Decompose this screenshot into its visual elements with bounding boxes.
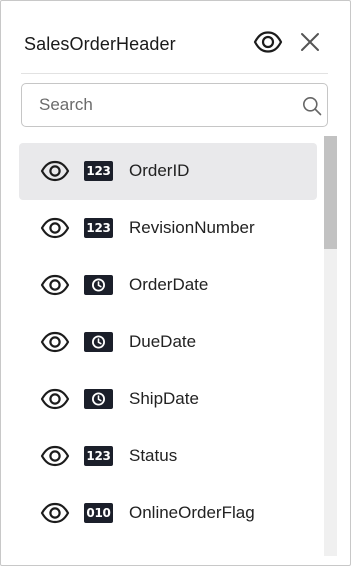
field-label: Status bbox=[129, 446, 178, 465]
boolean-type-icon: 010 bbox=[84, 503, 113, 523]
field-row-orderid[interactable]: 123 OrderID bbox=[19, 143, 317, 200]
eye-icon[interactable] bbox=[40, 217, 70, 239]
datetime-type-icon bbox=[84, 275, 113, 295]
datetime-type-icon bbox=[84, 389, 113, 409]
panel-header: SalesOrderHeader bbox=[1, 1, 350, 73]
number-type-icon: 123 bbox=[84, 218, 113, 238]
eye-icon[interactable] bbox=[40, 160, 70, 182]
field-row-onlineorderflag[interactable]: 010 OnlineOrderFlag bbox=[19, 485, 317, 542]
field-label: OnlineOrderFlag bbox=[129, 503, 255, 522]
eye-icon[interactable] bbox=[40, 331, 70, 353]
eye-icon[interactable] bbox=[40, 274, 70, 296]
field-row-shipdate[interactable]: ShipDate bbox=[19, 371, 317, 428]
field-list: 123 OrderID 123 RevisionNumber OrderDate DueD… bbox=[19, 143, 319, 559]
field-list-panel: SalesOrderHeader 123 OrderID 123 RevisionNu… bbox=[0, 0, 351, 566]
scrollbar-thumb[interactable] bbox=[324, 136, 337, 249]
eye-icon[interactable] bbox=[40, 445, 70, 467]
search-box[interactable] bbox=[21, 83, 328, 127]
search-icon[interactable] bbox=[302, 96, 322, 116]
close-icon[interactable] bbox=[298, 30, 322, 54]
search-input[interactable] bbox=[39, 94, 289, 116]
eye-icon[interactable] bbox=[40, 388, 70, 410]
field-row-revisionnumber[interactable]: 123 RevisionNumber bbox=[19, 200, 317, 257]
eye-icon[interactable] bbox=[40, 502, 70, 524]
field-label: DueDate bbox=[129, 332, 197, 351]
panel-title: SalesOrderHeader bbox=[24, 34, 176, 54]
field-row-orderdate[interactable]: OrderDate bbox=[19, 257, 317, 314]
field-label: ShipDate bbox=[129, 389, 199, 408]
scrollbar[interactable] bbox=[324, 136, 337, 556]
field-label: OrderID bbox=[129, 161, 190, 180]
datetime-type-icon bbox=[84, 332, 113, 352]
field-row-duedate[interactable]: DueDate bbox=[19, 314, 317, 371]
number-type-icon: 123 bbox=[84, 446, 113, 466]
toggle-visibility-eye-icon[interactable] bbox=[253, 30, 283, 54]
field-row-status[interactable]: 123 Status bbox=[19, 428, 317, 485]
field-label: RevisionNumber bbox=[129, 218, 255, 237]
header-divider bbox=[21, 73, 328, 74]
number-type-icon: 123 bbox=[84, 161, 113, 181]
field-label: OrderDate bbox=[129, 275, 209, 294]
